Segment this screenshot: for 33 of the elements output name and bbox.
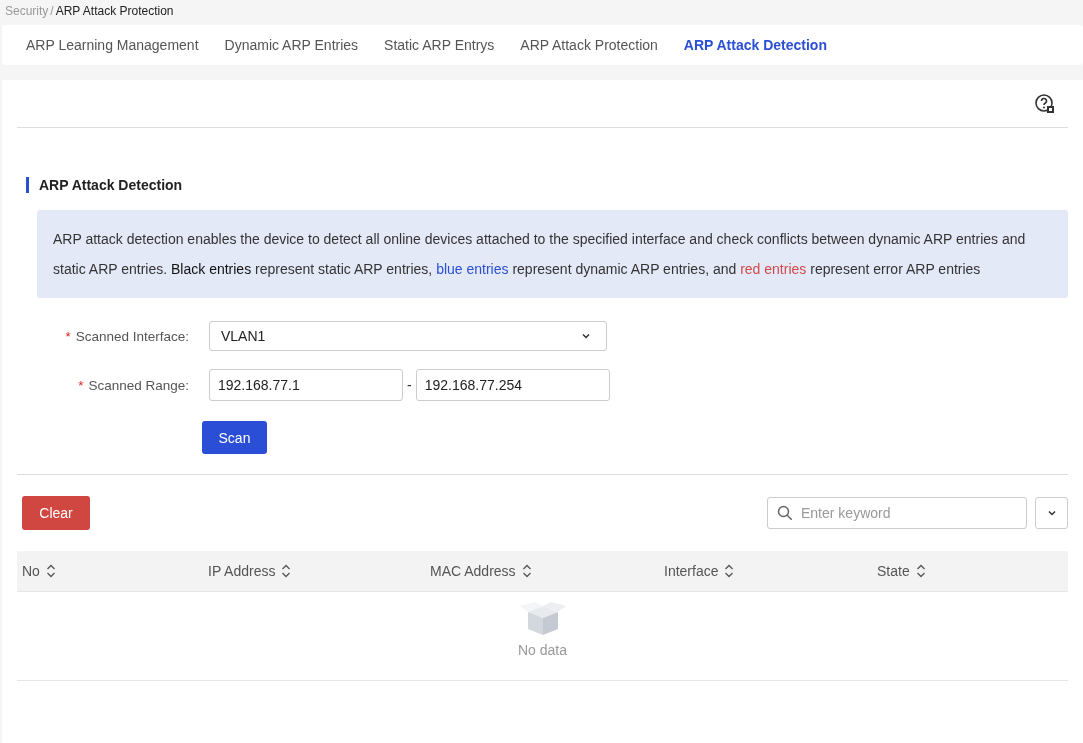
required-mark: * bbox=[78, 377, 84, 393]
scan-button[interactable]: Scan bbox=[202, 421, 267, 454]
section-title: ARP Attack Detection bbox=[26, 177, 1068, 193]
tab[interactable]: Dynamic ARP Entries bbox=[211, 25, 372, 65]
tab[interactable]: ARP Attack Protection bbox=[507, 25, 671, 65]
sort-icon[interactable] bbox=[521, 564, 532, 578]
range-start-field[interactable]: 192.168.77.1 bbox=[209, 369, 403, 401]
sort-icon[interactable] bbox=[281, 564, 292, 578]
field-label: Scanned Range: bbox=[88, 377, 189, 393]
breadcrumb-item: ARP Attack Protection bbox=[55, 4, 174, 18]
column-header[interactable]: Interface bbox=[664, 563, 719, 579]
search-field[interactable]: Enter keyword bbox=[767, 497, 1027, 529]
tab[interactable]: Static ARP Entrys bbox=[371, 25, 508, 65]
field-label: Scanned Interface: bbox=[75, 328, 189, 344]
interface-select[interactable]: VLAN1 bbox=[209, 321, 607, 351]
search-icon bbox=[777, 505, 793, 521]
column-header[interactable]: IP Address bbox=[208, 563, 276, 579]
help-icon[interactable] bbox=[1034, 92, 1056, 115]
sort-icon[interactable] bbox=[45, 564, 56, 578]
range-separator: - bbox=[407, 377, 412, 393]
empty-message: No data bbox=[517, 642, 567, 658]
required-mark: * bbox=[65, 328, 71, 344]
sort-icon[interactable] bbox=[724, 564, 735, 578]
column-header[interactable]: State bbox=[877, 563, 910, 579]
tab[interactable]: ARP Learning Management bbox=[13, 25, 212, 65]
breadcrumb-separator: / bbox=[50, 4, 54, 18]
column-header[interactable]: MAC Address bbox=[430, 563, 516, 579]
clear-button[interactable]: Clear bbox=[22, 496, 90, 530]
column-header[interactable]: No bbox=[22, 563, 40, 579]
range-end-field[interactable]: 192.168.77.254 bbox=[415, 369, 610, 401]
tab[interactable]: ARP Attack Detection bbox=[670, 25, 840, 65]
sort-icon[interactable] bbox=[915, 564, 926, 578]
description-text: ARP attack detection enables the device to detect all online devices attached to the specified interface and check conflicts between dynamic ARP entries and static ARP entries. Black entries represent static ARP entries, blue entries represent dynamic ARP entries, and red entries represent error ARP entries bbox=[37, 210, 1068, 298]
